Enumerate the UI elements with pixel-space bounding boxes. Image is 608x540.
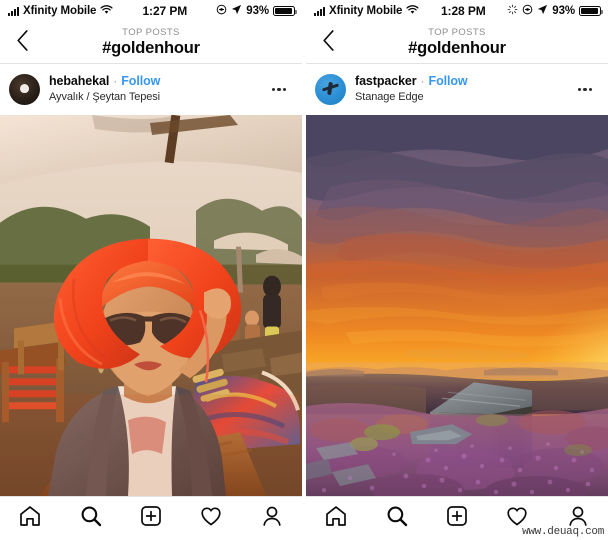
post-meta: hebahekal · Follow Ayvalık / Şeytan Tepe… bbox=[49, 74, 265, 105]
location-arrow-icon bbox=[537, 4, 548, 18]
search-icon bbox=[79, 504, 103, 533]
plus-square-icon bbox=[139, 504, 163, 533]
status-bar-left: Xfinity Mobile bbox=[8, 4, 113, 18]
back-chevron-icon bbox=[322, 29, 335, 56]
tab-home[interactable] bbox=[314, 502, 358, 536]
follow-button[interactable]: Follow bbox=[121, 74, 160, 89]
status-time: 1:27 PM bbox=[142, 4, 188, 18]
header-titles: TOP POSTS #goldenhour bbox=[0, 22, 302, 63]
status-time: 1:28 PM bbox=[440, 4, 486, 18]
bottom-tab-bar bbox=[0, 496, 302, 540]
battery-percent-label: 93% bbox=[552, 5, 575, 17]
location-services-icon bbox=[522, 4, 533, 18]
tab-home[interactable] bbox=[8, 502, 52, 536]
back-chevron-icon bbox=[16, 29, 29, 56]
person-icon bbox=[260, 504, 284, 533]
bottom-tab-bar: www.deuaq.com bbox=[306, 496, 608, 540]
avatar-fastpacker[interactable] bbox=[315, 74, 346, 105]
header-titles: TOP POSTS #goldenhour bbox=[306, 22, 608, 63]
person-icon bbox=[566, 504, 590, 533]
carrier-label: Xfinity Mobile bbox=[23, 5, 97, 17]
tab-profile[interactable] bbox=[556, 502, 600, 536]
tab-add-post[interactable] bbox=[435, 502, 479, 536]
avatar-hebahekal[interactable] bbox=[9, 74, 40, 105]
post-header: hebahekal · Follow Ayvalık / Şeytan Tepe… bbox=[0, 64, 302, 115]
signal-bars-icon bbox=[314, 6, 325, 16]
battery-percent-label: 93% bbox=[246, 5, 269, 17]
follow-button[interactable]: Follow bbox=[429, 74, 468, 89]
home-icon bbox=[324, 504, 348, 533]
photo-illustration-right bbox=[306, 115, 608, 496]
page-title: #goldenhour bbox=[102, 39, 200, 57]
post-username[interactable]: fastpacker bbox=[355, 74, 417, 89]
post-location[interactable]: Stanage Edge bbox=[355, 90, 571, 105]
photo-illustration-left bbox=[0, 115, 302, 496]
post-username[interactable]: hebahekal bbox=[49, 74, 109, 89]
post-meta-primary: fastpacker · Follow bbox=[355, 74, 571, 89]
carrier-label: Xfinity Mobile bbox=[329, 5, 403, 17]
avatar-glyph-icon bbox=[322, 82, 339, 97]
status-bar-right: 93% bbox=[507, 4, 603, 18]
status-bar-center: 1:28 PM bbox=[419, 4, 507, 18]
status-bar-right: 93% bbox=[216, 4, 297, 18]
battery-icon bbox=[579, 6, 603, 16]
post-photo-fastpacker[interactable] bbox=[306, 115, 608, 496]
header-eyebrow: TOP POSTS bbox=[428, 27, 486, 38]
nav-header: TOP POSTS #goldenhour bbox=[0, 22, 302, 64]
tab-search[interactable] bbox=[69, 502, 113, 536]
back-button[interactable] bbox=[0, 22, 44, 63]
tab-add-post[interactable] bbox=[129, 502, 173, 536]
right-panel: Xfinity Mobile 1:28 PM 93% TOP POSTS #go… bbox=[306, 0, 608, 540]
post-meta: fastpacker · Follow Stanage Edge bbox=[355, 74, 571, 105]
tab-activity[interactable] bbox=[495, 502, 539, 536]
nav-header: TOP POSTS #goldenhour bbox=[306, 22, 608, 64]
home-icon bbox=[18, 504, 42, 533]
meta-separator: · bbox=[113, 74, 118, 88]
post-meta-primary: hebahekal · Follow bbox=[49, 74, 265, 89]
post-location[interactable]: Ayvalık / Şeytan Tepesi bbox=[49, 90, 265, 105]
post-header: fastpacker · Follow Stanage Edge bbox=[306, 64, 608, 115]
status-bar: Xfinity Mobile 1:27 PM 93% bbox=[0, 0, 302, 22]
back-button[interactable] bbox=[306, 22, 350, 63]
avatar-glyph-icon bbox=[20, 84, 29, 93]
status-bar-center: 1:27 PM bbox=[113, 4, 216, 18]
page-title: #goldenhour bbox=[408, 39, 506, 57]
left-panel: Xfinity Mobile 1:27 PM 93% TOP POSTS #go… bbox=[0, 0, 302, 540]
signal-bars-icon bbox=[8, 6, 19, 16]
activity-spinner-icon bbox=[507, 4, 518, 18]
heart-icon bbox=[199, 504, 223, 533]
wifi-icon bbox=[406, 4, 419, 18]
tab-profile[interactable] bbox=[250, 502, 294, 536]
dual-screenshot-container: Xfinity Mobile 1:27 PM 93% TOP POSTS #go… bbox=[0, 0, 608, 540]
search-icon bbox=[385, 504, 409, 533]
tab-search[interactable] bbox=[375, 502, 419, 536]
location-arrow-icon bbox=[231, 4, 242, 18]
more-options-icon[interactable] bbox=[265, 75, 293, 105]
wifi-icon bbox=[100, 4, 113, 18]
tab-activity[interactable] bbox=[189, 502, 233, 536]
status-bar-left: Xfinity Mobile bbox=[314, 4, 419, 18]
battery-icon bbox=[273, 6, 297, 16]
header-eyebrow: TOP POSTS bbox=[122, 27, 180, 38]
plus-square-icon bbox=[445, 504, 469, 533]
heart-icon bbox=[505, 504, 529, 533]
meta-separator: · bbox=[420, 74, 425, 88]
post-photo-hebahekal[interactable] bbox=[0, 115, 302, 496]
location-services-icon bbox=[216, 4, 227, 18]
more-options-icon[interactable] bbox=[571, 75, 599, 105]
status-bar: Xfinity Mobile 1:28 PM 93% bbox=[306, 0, 608, 22]
